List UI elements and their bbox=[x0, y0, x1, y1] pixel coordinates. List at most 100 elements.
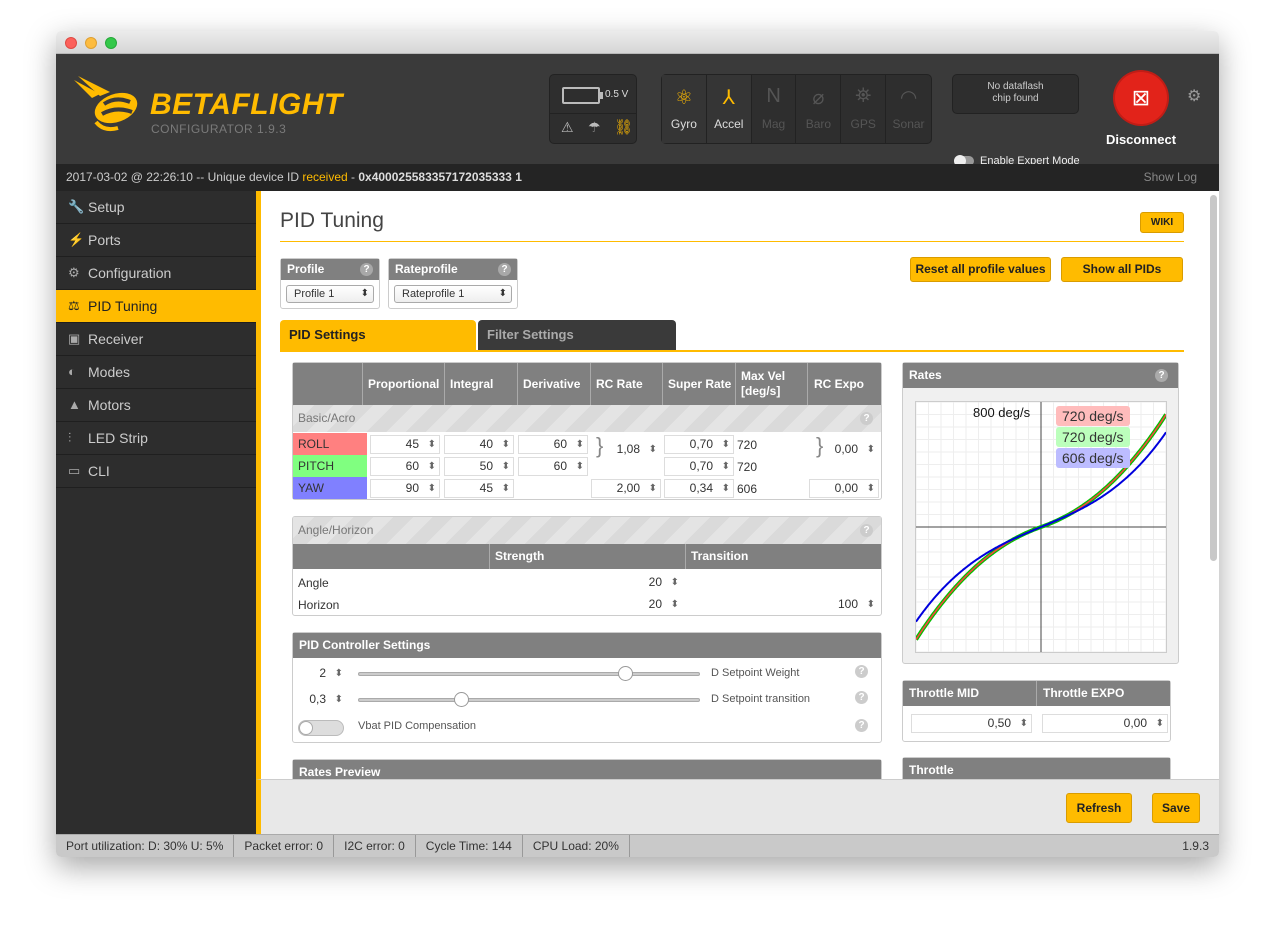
setpoint-weight-slider[interactable] bbox=[358, 666, 700, 681]
brace-icon: } bbox=[596, 433, 604, 458]
show-all-pids-button[interactable]: Show all PIDs bbox=[1061, 257, 1183, 282]
i2c-error: I2C error: 0 bbox=[334, 835, 416, 857]
roll-d-input[interactable]: 60 bbox=[518, 435, 588, 454]
yaw-rc-expo-input[interactable]: 0,00 bbox=[809, 479, 879, 498]
close-window-button[interactable] bbox=[65, 37, 77, 49]
profile-select[interactable]: Profile 1 bbox=[286, 285, 374, 303]
minimize-window-button[interactable] bbox=[85, 37, 97, 49]
sensor-accel: ⅄ Accel bbox=[706, 75, 752, 143]
angle-horizon-panel: Angle/Horizon? Strength Transition Angle… bbox=[292, 516, 882, 616]
throttle-mid-input[interactable]: 0,50 bbox=[911, 714, 1032, 733]
help-icon[interactable]: ? bbox=[860, 412, 873, 425]
roll-max-vel: 720 bbox=[737, 438, 758, 452]
horizon-label: Horizon bbox=[298, 598, 340, 612]
nav-motors[interactable]: ▲ Motors bbox=[56, 389, 256, 422]
help-icon[interactable]: ? bbox=[1155, 369, 1168, 382]
roll-p-input[interactable]: 45 bbox=[370, 435, 440, 454]
main-content: PID Tuning WIKI Profile? Profile 1 Ratep… bbox=[256, 191, 1219, 834]
log-bar: 2017-03-02 @ 22:26:10 -- Unique device I… bbox=[56, 164, 1219, 191]
setpoint-transition-slider[interactable] bbox=[358, 692, 700, 707]
vbat-compensation-toggle[interactable] bbox=[298, 720, 344, 736]
setpoint-weight-input[interactable]: 2 bbox=[297, 664, 347, 683]
horizon-strength-input[interactable]: 20 bbox=[491, 595, 683, 614]
pitch-super-rate-input[interactable]: 0,70 bbox=[664, 457, 734, 476]
failsafe-icon: ☂ bbox=[588, 119, 601, 135]
logo: BETAFLIGHT CONFIGURATOR 1.9.3 bbox=[70, 74, 360, 140]
tab-pid-settings[interactable]: PID Settings bbox=[280, 320, 476, 350]
pid-table-header: Proportional Integral Derivative RC Rate… bbox=[293, 363, 881, 405]
nav-led-strip[interactable]: ⫶ LED Strip bbox=[56, 422, 256, 455]
roll-i-input[interactable]: 40 bbox=[444, 435, 514, 454]
save-button[interactable]: Save bbox=[1152, 793, 1200, 823]
setpoint-weight-knob[interactable] bbox=[617, 666, 633, 681]
angle-strength-input[interactable]: 20 bbox=[491, 573, 683, 592]
warning-icon: ⚠ bbox=[561, 119, 574, 135]
packet-error: Packet error: 0 bbox=[234, 835, 335, 857]
wiki-button[interactable]: WIKI bbox=[1140, 212, 1184, 233]
content-scrollbar[interactable] bbox=[1210, 195, 1217, 561]
yaw-p-input[interactable]: 90 bbox=[370, 479, 440, 498]
pitch-p-input[interactable]: 60 bbox=[370, 457, 440, 476]
nav-receiver[interactable]: ▣ Receiver bbox=[56, 323, 256, 356]
rollpitch-rc-rate-input[interactable]: 1,08 bbox=[613, 440, 661, 459]
sensor-panel: ⚛ Gyro ⅄ Accel N Mag ⌀ Baro ⛯ GPS ◠ Sonar bbox=[661, 74, 932, 144]
pitch-i-input[interactable]: 50 bbox=[444, 457, 514, 476]
roll-super-rate-input[interactable]: 0,70 bbox=[664, 435, 734, 454]
nav-cli[interactable]: ▭ CLI bbox=[56, 455, 256, 488]
usb-disconnect-icon: ⊠ bbox=[1115, 72, 1167, 124]
setpoint-transition-input[interactable]: 0,3 bbox=[297, 690, 347, 709]
throttle-params-panel: Throttle MIDThrottle EXPO 0,50 0,00 bbox=[902, 680, 1171, 742]
cycle-time: Cycle Time: 144 bbox=[416, 835, 523, 857]
settings-gear-icon[interactable]: ⚙ bbox=[1187, 86, 1201, 106]
pid-table-panel: Proportional Integral Derivative RC Rate… bbox=[292, 362, 882, 500]
yaw-super-rate-input[interactable]: 0,34 bbox=[664, 479, 734, 498]
horizon-transition-input[interactable]: 100 bbox=[687, 595, 879, 614]
roll-rate-label: 720 deg/s bbox=[1056, 406, 1130, 426]
battery-panel: 0.5 V ⚠ ☂ ⛓ bbox=[549, 74, 637, 144]
show-log-link[interactable]: Show Log bbox=[1144, 164, 1197, 191]
refresh-button[interactable]: Refresh bbox=[1066, 793, 1132, 823]
status-bar: Port utilization: D: 30% U: 5% Packet er… bbox=[56, 834, 1219, 857]
yaw-label: YAW bbox=[293, 477, 367, 499]
battery-icon bbox=[562, 87, 600, 104]
tab-filter-settings[interactable]: Filter Settings bbox=[478, 320, 676, 350]
help-icon[interactable]: ? bbox=[860, 524, 873, 537]
pitch-d-input[interactable]: 60 bbox=[518, 457, 588, 476]
cli-icon: ▭ bbox=[68, 463, 81, 478]
sidebar: 🔧 Setup ⚡ Ports ⚙ Configuration ⚖ PID Tuning… bbox=[56, 191, 256, 834]
help-icon[interactable]: ? bbox=[360, 263, 373, 276]
reset-profile-button[interactable]: Reset all profile values bbox=[910, 257, 1051, 282]
help-icon[interactable]: ? bbox=[855, 719, 868, 732]
pitch-max-vel: 720 bbox=[737, 460, 758, 474]
cpu-load: CPU Load: 20% bbox=[523, 835, 630, 857]
sensor-mag: N Mag bbox=[752, 75, 797, 143]
disconnect-button[interactable]: ⊠ Disconnect bbox=[1101, 72, 1181, 150]
help-icon[interactable]: ? bbox=[498, 263, 511, 276]
modes-icon: ◐ bbox=[68, 364, 76, 379]
setpoint-transition-knob[interactable] bbox=[453, 692, 469, 707]
help-icon[interactable]: ? bbox=[855, 691, 868, 704]
angle-label: Angle bbox=[298, 576, 329, 590]
nav-pid-tuning[interactable]: ⚖ PID Tuning bbox=[56, 290, 256, 323]
nav-setup[interactable]: 🔧 Setup bbox=[56, 191, 256, 224]
page-title: PID Tuning bbox=[280, 209, 384, 232]
rateprofile-select[interactable]: Rateprofile 1 bbox=[394, 285, 512, 303]
nav-configuration[interactable]: ⚙ Configuration bbox=[56, 257, 256, 290]
nav-ports[interactable]: ⚡ Ports bbox=[56, 224, 256, 257]
help-icon[interactable]: ? bbox=[855, 665, 868, 678]
pitch-rate-label: 720 deg/s bbox=[1056, 427, 1130, 447]
roll-label: ROLL bbox=[293, 433, 367, 455]
throttle-expo-input[interactable]: 0,00 bbox=[1042, 714, 1168, 733]
gps-icon: ⛯ bbox=[855, 85, 872, 107]
motor-icon: ▲ bbox=[68, 397, 81, 412]
rollpitch-rc-expo-input[interactable]: 0,00 bbox=[823, 440, 879, 459]
zoom-window-button[interactable] bbox=[105, 37, 117, 49]
yaw-rate-label: 606 deg/s bbox=[1056, 448, 1130, 468]
port-utilization: Port utilization: D: 30% U: 5% bbox=[56, 835, 235, 857]
rateprofile-selector: Rateprofile? Rateprofile 1 bbox=[388, 258, 518, 309]
nav-modes[interactable]: ◐ Modes bbox=[56, 356, 256, 389]
dataflash-status: No dataflash chip found bbox=[952, 74, 1079, 114]
battery-voltage: 0.5 V bbox=[605, 89, 629, 100]
yaw-i-input[interactable]: 45 bbox=[444, 479, 514, 498]
yaw-rc-rate-input[interactable]: 2,00 bbox=[591, 479, 661, 498]
